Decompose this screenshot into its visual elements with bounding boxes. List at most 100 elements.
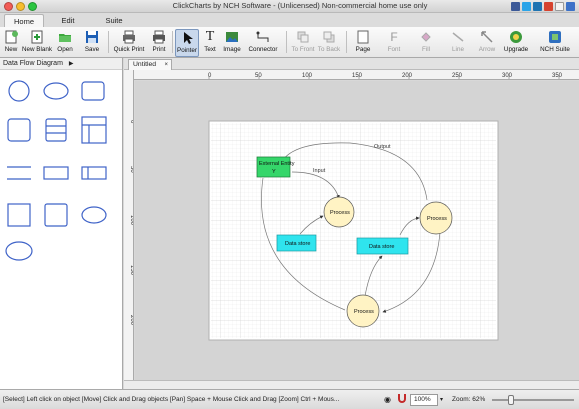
zoom-dropdown-icon[interactable]: ▾ (440, 396, 443, 403)
minimize-window-icon[interactable] (16, 2, 25, 11)
status-hints: [Select] Left click on object [Move] Cli… (3, 396, 340, 403)
title-bar: ClickCharts by NCH Software - (Unlicense… (0, 0, 579, 13)
fill-icon (419, 30, 433, 44)
h-ruler-label: 350 (552, 73, 563, 79)
arrow-button[interactable]: Arrow (476, 29, 498, 57)
h-ruler-label: 50 (255, 73, 262, 79)
v-ruler-label: 150 (129, 265, 134, 276)
pointer-button[interactable]: Pointer (175, 29, 199, 57)
to-back-button[interactable]: To Back (316, 29, 342, 57)
text-button[interactable]: T Text (201, 29, 219, 57)
quick-print-icon (122, 30, 136, 44)
quick-print-button[interactable]: Quick Print (111, 29, 147, 57)
shape-palette (5, 80, 107, 261)
pointer-icon (180, 31, 194, 45)
v-ruler-label: 50 (129, 166, 134, 173)
shape-square-alt[interactable] (44, 203, 68, 227)
shape-data-store[interactable] (43, 166, 69, 180)
window-title: ClickCharts by NCH Software - (Unlicense… (172, 1, 428, 10)
facebook-icon[interactable] (511, 2, 520, 11)
h-ruler-label: 100 (302, 73, 313, 79)
document-tab-untitled[interactable]: Untitled × (128, 59, 172, 70)
shape-open-data-store[interactable] (7, 166, 31, 180)
vertical-ruler: 0 50 100 150 200 (124, 70, 134, 380)
shape-library-title: Data Flow Diagram (3, 60, 63, 67)
document-tab-bar: Untitled × (124, 58, 579, 70)
new-button[interactable]: New (2, 29, 20, 57)
shape-split-rect[interactable] (45, 118, 67, 142)
eye-icon[interactable]: ◉ (384, 395, 391, 404)
nch-suite-icon (548, 30, 562, 44)
tab-suite[interactable]: Suite (96, 14, 132, 27)
shape-square[interactable] (7, 203, 31, 227)
open-button[interactable]: Open (55, 29, 75, 57)
nch-suite-button[interactable]: NCH Suite (536, 29, 574, 57)
to-back-icon (322, 30, 336, 44)
h-ruler-label: 200 (402, 73, 413, 79)
font-button[interactable]: F Font (384, 29, 404, 57)
settings-icon[interactable] (555, 2, 564, 11)
horizontal-ruler: 0 50 100 150 200 250 300 350 (134, 70, 579, 80)
expand-arrow-icon[interactable]: ▶ (69, 61, 74, 67)
to-front-icon (296, 30, 310, 44)
zoom-select[interactable]: 100% (410, 394, 438, 406)
close-window-icon[interactable] (4, 2, 13, 11)
zoom-slider-thumb[interactable] (508, 395, 514, 405)
horizontal-scrollbar[interactable] (124, 380, 579, 389)
tab-edit[interactable]: Edit (52, 14, 84, 27)
linkedin-icon[interactable] (533, 2, 542, 11)
upgrade-icon (509, 30, 523, 44)
shape-rounded-square[interactable] (7, 118, 31, 142)
h-ruler-label: 150 (352, 73, 363, 79)
shape-wide-ellipse[interactable] (5, 241, 33, 261)
shape-rounded-rect[interactable] (81, 81, 105, 101)
twitter-icon[interactable] (522, 2, 531, 11)
to-front-button[interactable]: To Front (290, 29, 316, 57)
text-icon: T (205, 29, 215, 44)
canvas-area[interactable] (135, 81, 579, 380)
shape-numbered-store[interactable] (81, 166, 107, 180)
image-icon (225, 30, 239, 44)
connector-icon (256, 30, 270, 44)
zoom-slider[interactable] (492, 395, 574, 405)
line-button[interactable]: Line (448, 29, 468, 57)
google-plus-icon[interactable] (544, 2, 553, 11)
help-icon[interactable] (566, 2, 575, 11)
close-tab-icon[interactable]: × (164, 60, 168, 70)
image-button[interactable]: Image (222, 29, 242, 57)
social-links (511, 2, 575, 11)
h-ruler-label: 300 (502, 73, 513, 79)
line-icon (451, 30, 465, 44)
page-button[interactable]: Page (352, 29, 374, 57)
v-ruler-label: 100 (129, 215, 134, 226)
new-blank-button[interactable]: New Blank (21, 29, 53, 57)
new-blank-icon (30, 30, 44, 44)
toolbar-separator (172, 31, 173, 53)
zoom-label: Zoom: 62% (452, 396, 486, 403)
fill-button[interactable]: Fill (416, 29, 436, 57)
toolbar-separator (346, 31, 347, 53)
print-icon (152, 30, 166, 44)
h-ruler-label: 0 (208, 73, 212, 79)
open-folder-icon (58, 30, 72, 44)
zoom-window-icon[interactable] (28, 2, 37, 11)
save-icon (85, 30, 99, 44)
upgrade-button[interactable]: Upgrade (503, 29, 529, 57)
shape-ellipse[interactable] (43, 82, 69, 100)
font-icon: F (390, 30, 398, 44)
tab-home[interactable]: Home (4, 14, 44, 27)
magnet-icon[interactable] (398, 394, 406, 403)
toolbar-separator (286, 31, 287, 53)
new-icon (4, 30, 18, 44)
shape-table-rect[interactable] (81, 116, 107, 144)
shape-library-header[interactable]: Data Flow Diagram ▶ (0, 58, 122, 70)
ribbon-tabs: Home Edit Suite (0, 13, 579, 27)
toolbar: New New Blank Open Save Quick Print Prin… (0, 27, 579, 58)
v-ruler-label: 200 (129, 315, 134, 326)
shape-circle[interactable] (8, 80, 30, 102)
print-button[interactable]: Print (149, 29, 169, 57)
connector-button[interactable]: Connector (245, 29, 281, 57)
save-button[interactable]: Save (80, 29, 104, 57)
status-bar: [Select] Left click on object [Move] Cli… (0, 389, 579, 409)
shape-oval[interactable] (81, 206, 107, 224)
